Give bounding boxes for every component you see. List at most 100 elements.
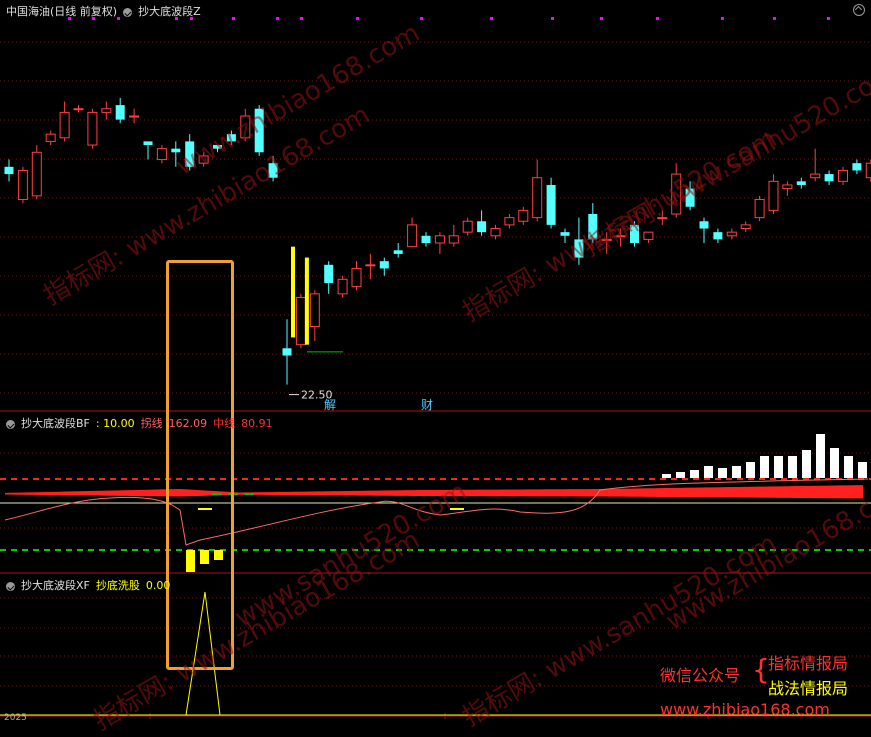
candle-body bbox=[491, 229, 500, 236]
signal-highlight-box bbox=[166, 260, 234, 670]
candle bbox=[394, 243, 403, 258]
candle-body bbox=[463, 221, 472, 232]
candle bbox=[310, 290, 319, 341]
collapse-icon[interactable] bbox=[853, 4, 865, 16]
candle-body bbox=[408, 225, 417, 247]
candle-body bbox=[616, 236, 625, 237]
candle-body bbox=[630, 225, 639, 243]
candle-body bbox=[561, 232, 570, 236]
candle bbox=[5, 160, 14, 182]
candle bbox=[825, 170, 834, 185]
candle-body bbox=[352, 268, 361, 286]
bf-bar bbox=[788, 456, 797, 478]
candle-body bbox=[60, 112, 69, 137]
event-dot bbox=[300, 17, 303, 20]
candle bbox=[561, 229, 570, 244]
candle bbox=[338, 276, 347, 298]
candle bbox=[227, 131, 236, 146]
candle-body bbox=[144, 141, 153, 145]
bf-bar bbox=[690, 470, 699, 478]
candle bbox=[574, 218, 583, 265]
candle bbox=[185, 134, 194, 170]
main-indicator-title[interactable]: 抄大底波段Z bbox=[138, 3, 201, 19]
candle bbox=[130, 109, 139, 124]
dropdown-icon[interactable] bbox=[6, 420, 15, 429]
xf-indicator-panel bbox=[0, 592, 871, 715]
bf-line2-label: 中线 bbox=[213, 415, 235, 431]
candle-body bbox=[477, 221, 486, 232]
candle bbox=[533, 160, 542, 222]
candle bbox=[435, 232, 444, 254]
candle bbox=[32, 145, 41, 199]
candle bbox=[588, 203, 597, 243]
candle-body bbox=[825, 174, 834, 181]
bf-bar bbox=[858, 462, 867, 478]
bf-bar bbox=[718, 468, 727, 478]
bf-line1-value: 162.09 bbox=[169, 417, 208, 430]
candle-body bbox=[519, 210, 528, 221]
candle bbox=[88, 109, 97, 149]
bf-bar bbox=[662, 474, 671, 478]
event-dot bbox=[773, 17, 776, 20]
candle-body bbox=[46, 134, 55, 141]
candle bbox=[241, 109, 250, 142]
promo-name1: 指标情报局 bbox=[768, 650, 848, 674]
candle bbox=[630, 221, 639, 246]
event-dot bbox=[356, 17, 359, 20]
candle bbox=[783, 181, 792, 196]
candle bbox=[296, 294, 305, 348]
price-annotations: 27.2522.50解财 bbox=[289, 37, 871, 412]
candle bbox=[727, 229, 736, 240]
event-dot bbox=[656, 17, 659, 20]
candle bbox=[811, 149, 820, 182]
candle-body bbox=[644, 232, 653, 239]
bf-header: 抄大底波段BF : 10.00 拐线 162.09 中线 80.91 bbox=[6, 415, 273, 431]
dropdown-icon[interactable] bbox=[123, 8, 132, 17]
candle-body bbox=[185, 141, 194, 166]
candle bbox=[116, 98, 125, 123]
candle bbox=[519, 207, 528, 225]
candle-body bbox=[241, 116, 250, 138]
candle bbox=[463, 218, 472, 236]
candle-body bbox=[366, 265, 375, 266]
event-dot bbox=[232, 17, 235, 20]
candle bbox=[255, 105, 264, 156]
candle-body bbox=[338, 279, 347, 294]
candle bbox=[74, 105, 83, 112]
candle bbox=[672, 163, 681, 217]
ticker-title[interactable]: 中国海油(日线 前复权) bbox=[6, 3, 117, 19]
candle bbox=[422, 232, 431, 247]
xf-indicator-title[interactable]: 抄大底波段XF bbox=[21, 577, 90, 593]
event-dot bbox=[827, 17, 830, 20]
date-axis-label: 2025 bbox=[4, 713, 27, 723]
signal-bar bbox=[291, 247, 295, 338]
candle bbox=[769, 174, 778, 214]
bf-bar bbox=[746, 462, 755, 478]
candle-body bbox=[310, 294, 319, 327]
event-dot bbox=[721, 17, 724, 20]
candle-body bbox=[213, 145, 222, 149]
candle bbox=[46, 131, 55, 146]
candle-body bbox=[199, 156, 208, 163]
candle-body bbox=[394, 250, 403, 254]
candlestick-series[interactable] bbox=[5, 40, 871, 385]
candle-body bbox=[157, 149, 166, 160]
candle-body bbox=[283, 348, 292, 355]
candle-body bbox=[255, 109, 264, 153]
candle bbox=[741, 221, 750, 232]
candle bbox=[269, 156, 278, 181]
dropdown-icon[interactable] bbox=[6, 582, 15, 591]
candle bbox=[144, 141, 153, 159]
candle-body bbox=[686, 189, 695, 207]
candle bbox=[866, 160, 871, 182]
candle bbox=[602, 232, 611, 254]
bf-bar bbox=[732, 466, 741, 478]
bf-indicator-title[interactable]: 抄大底波段BF bbox=[21, 415, 90, 431]
bf-line2-value: 80.91 bbox=[241, 417, 273, 430]
candle-body bbox=[574, 239, 583, 257]
candle-body bbox=[755, 199, 764, 217]
candle-body bbox=[713, 232, 722, 239]
candle-body bbox=[797, 181, 806, 185]
bf-bar bbox=[760, 456, 769, 478]
candle-body bbox=[435, 236, 444, 243]
